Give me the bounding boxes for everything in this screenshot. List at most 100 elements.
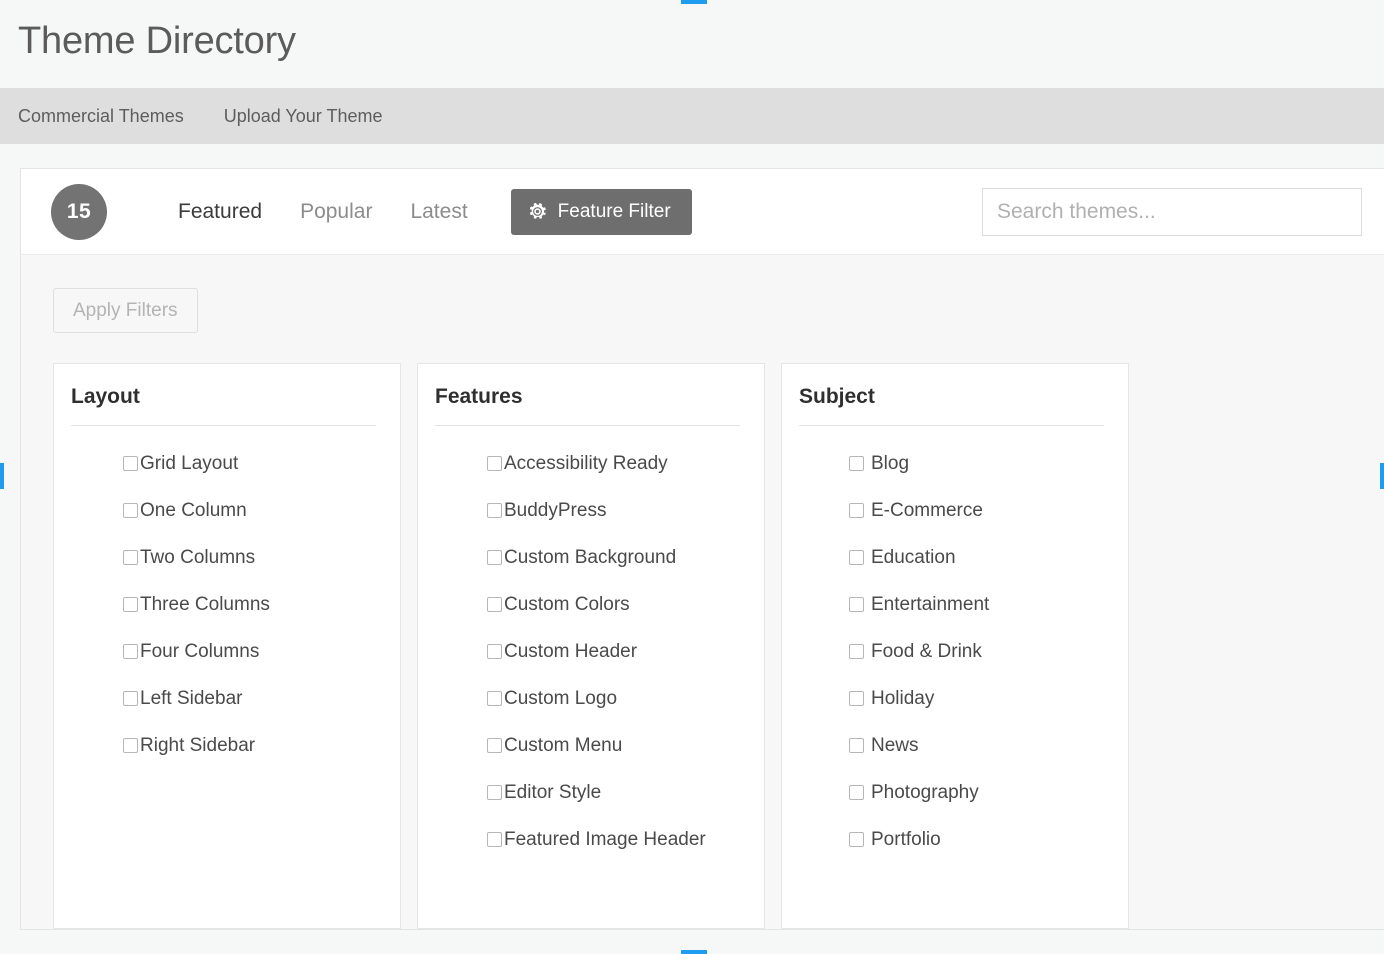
subnav: Commercial Themes Upload Your Theme — [0, 88, 1384, 144]
filter-item-four-columns[interactable]: Four Columns — [123, 642, 376, 661]
filter-label: Left Sidebar — [140, 688, 243, 709]
filter-columns: Layout Grid Layout One Column Two Column… — [53, 363, 1384, 929]
filter-label: Blog — [871, 453, 910, 474]
filter-item-food-and-drink[interactable]: Food & Drink — [849, 642, 1104, 661]
filter-item-three-columns[interactable]: Three Columns — [123, 595, 376, 614]
checkbox-left-sidebar[interactable] — [123, 691, 138, 706]
subnav-item-commercial-themes[interactable]: Commercial Themes — [18, 107, 184, 125]
filter-item-custom-header[interactable]: Custom Header — [487, 642, 740, 661]
checkbox-e-commerce[interactable] — [849, 503, 864, 518]
themes-panel: 15 Featured Popular Latest Feature Filte… — [20, 168, 1384, 930]
filter-item-custom-menu[interactable]: Custom Menu — [487, 736, 740, 755]
filter-item-two-columns[interactable]: Two Columns — [123, 548, 376, 567]
filter-item-editor-style[interactable]: Editor Style — [487, 783, 740, 802]
filter-label: News — [871, 735, 919, 756]
filter-list-layout: Grid Layout One Column Two Columns Three… — [71, 426, 376, 755]
filter-label: Photography — [871, 782, 979, 803]
filter-item-photography[interactable]: Photography — [849, 783, 1104, 802]
filter-label: Right Sidebar — [140, 735, 256, 756]
filter-item-right-sidebar[interactable]: Right Sidebar — [123, 736, 376, 755]
tab-latest[interactable]: Latest — [391, 201, 486, 222]
filter-card-layout: Layout Grid Layout One Column Two Column… — [53, 363, 401, 929]
theme-navbar: 15 Featured Popular Latest Feature Filte… — [21, 169, 1384, 255]
checkbox-entertainment[interactable] — [849, 597, 864, 612]
checkbox-grid-layout[interactable] — [123, 456, 138, 471]
content-wrap: 15 Featured Popular Latest Feature Filte… — [0, 144, 1384, 930]
checkbox-one-column[interactable] — [123, 503, 138, 518]
checkbox-custom-background[interactable] — [487, 550, 502, 565]
gear-icon — [529, 202, 546, 219]
filter-item-custom-logo[interactable]: Custom Logo — [487, 689, 740, 708]
filter-list-features: Accessibility Ready BuddyPress Custom Ba… — [435, 426, 740, 849]
filter-card-subject: Subject Blog E-Commerce Education Entert… — [781, 363, 1129, 929]
feature-filter-label: Feature Filter — [557, 200, 671, 222]
subnav-item-upload-your-theme[interactable]: Upload Your Theme — [224, 107, 383, 125]
filter-label: Custom Header — [504, 641, 638, 662]
filter-label: Grid Layout — [140, 453, 239, 474]
filter-label: Editor Style — [504, 782, 602, 803]
filter-card-features: Features Accessibility Ready BuddyPress — [417, 363, 765, 929]
filter-label: Education — [871, 547, 956, 568]
filter-label: Entertainment — [871, 594, 990, 615]
checkbox-custom-colors[interactable] — [487, 597, 502, 612]
checkbox-education[interactable] — [849, 550, 864, 565]
filter-item-left-sidebar[interactable]: Left Sidebar — [123, 689, 376, 708]
checkbox-accessibility-ready[interactable] — [487, 456, 502, 471]
filter-item-buddypress[interactable]: BuddyPress — [487, 501, 740, 520]
checkbox-photography[interactable] — [849, 785, 864, 800]
page-title: Theme Directory — [18, 20, 296, 62]
apply-filters-button[interactable]: Apply Filters — [53, 288, 198, 333]
filter-item-news[interactable]: News — [849, 736, 1104, 755]
selection-marker-right — [1380, 463, 1384, 489]
filter-label: Food & Drink — [871, 641, 982, 662]
checkbox-right-sidebar[interactable] — [123, 738, 138, 753]
filter-item-featured-image-header[interactable]: Featured Image Header — [487, 830, 740, 849]
page-header: Theme Directory — [0, 0, 1384, 88]
theme-count-badge: 15 — [51, 183, 107, 240]
filter-label: Two Columns — [140, 547, 256, 568]
filter-label: Custom Logo — [504, 688, 618, 709]
filter-item-grid-layout[interactable]: Grid Layout — [123, 454, 376, 473]
tab-featured[interactable]: Featured — [159, 201, 281, 222]
filter-item-accessibility-ready[interactable]: Accessibility Ready — [487, 454, 740, 473]
browser-viewport: Theme Directory Commercial Themes Upload… — [0, 0, 1384, 954]
filter-item-custom-colors[interactable]: Custom Colors — [487, 595, 740, 614]
filter-label: Custom Menu — [504, 735, 623, 756]
filter-card-title-subject: Subject — [799, 382, 1104, 426]
checkbox-three-columns[interactable] — [123, 597, 138, 612]
filter-item-custom-background[interactable]: Custom Background — [487, 548, 740, 567]
tab-popular[interactable]: Popular — [281, 201, 391, 222]
filter-item-one-column[interactable]: One Column — [123, 501, 376, 520]
checkbox-portfolio[interactable] — [849, 832, 864, 847]
checkbox-buddypress[interactable] — [487, 503, 502, 518]
filter-label: E-Commerce — [871, 500, 983, 521]
checkbox-blog[interactable] — [849, 456, 864, 471]
filter-item-e-commerce[interactable]: E-Commerce — [849, 501, 1104, 520]
filter-label: Custom Background — [504, 547, 677, 568]
checkbox-featured-image-header[interactable] — [487, 832, 502, 847]
filter-label: Three Columns — [140, 594, 270, 615]
filter-item-blog[interactable]: Blog — [849, 454, 1104, 473]
selection-marker-bottom — [681, 950, 707, 954]
filter-label: BuddyPress — [504, 500, 607, 521]
checkbox-food-and-drink[interactable] — [849, 644, 864, 659]
checkbox-news[interactable] — [849, 738, 864, 753]
checkbox-four-columns[interactable] — [123, 644, 138, 659]
checkbox-two-columns[interactable] — [123, 550, 138, 565]
filter-item-portfolio[interactable]: Portfolio — [849, 830, 1104, 849]
filter-item-holiday[interactable]: Holiday — [849, 689, 1104, 708]
checkbox-custom-header[interactable] — [487, 644, 502, 659]
feature-filter-drawer: Apply Filters Layout Grid Layout One Col… — [21, 255, 1384, 929]
filter-item-entertainment[interactable]: Entertainment — [849, 595, 1104, 614]
filter-card-title-layout: Layout — [71, 382, 376, 426]
search-input[interactable] — [982, 187, 1362, 236]
checkbox-editor-style[interactable] — [487, 785, 502, 800]
checkbox-holiday[interactable] — [849, 691, 864, 706]
filter-label: Custom Colors — [504, 594, 630, 615]
filter-card-title-features: Features — [435, 382, 740, 426]
filter-item-education[interactable]: Education — [849, 548, 1104, 567]
checkbox-custom-logo[interactable] — [487, 691, 502, 706]
feature-filter-button[interactable]: Feature Filter — [510, 188, 692, 235]
filter-label: One Column — [140, 500, 247, 521]
checkbox-custom-menu[interactable] — [487, 738, 502, 753]
